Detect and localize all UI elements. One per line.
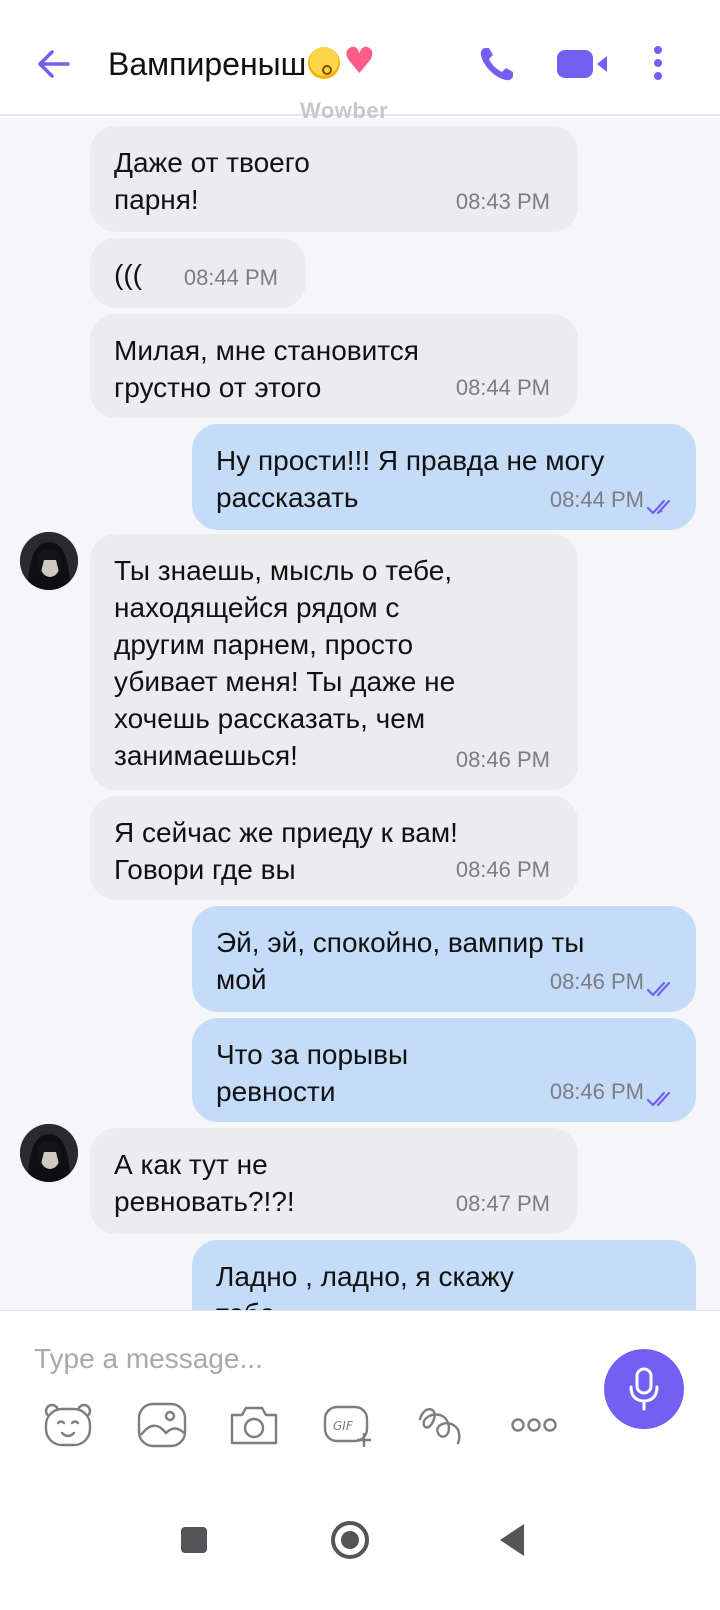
message-time: 08:46 PM: [549, 1079, 644, 1104]
gallery-icon[interactable]: [134, 1397, 190, 1453]
message-time: 08:47 PM: [455, 1191, 550, 1216]
avatar[interactable]: [20, 1124, 78, 1182]
video-camera-icon[interactable]: [555, 44, 615, 84]
arrow-left-icon[interactable]: [32, 42, 76, 86]
message-time: 08:44 PM: [549, 487, 644, 512]
read-ticks-icon: [646, 981, 671, 997]
message-time: 08:46 PM: [455, 747, 550, 772]
home-icon[interactable]: [326, 1516, 374, 1564]
system-navigation-bar: [0, 1476, 720, 1610]
message-time: 08:46 PM: [549, 969, 644, 994]
doodle-icon[interactable]: [412, 1397, 468, 1453]
message-list[interactable]: Даже от твоего парня! 08:43 PM ((( 08:44…: [0, 118, 720, 1310]
chat-header: Вампиреныш Wowber: [0, 12, 720, 123]
svg-text:GIF: GIF: [333, 1419, 354, 1433]
contact-name-text: Вампиреныш: [108, 46, 307, 82]
message-time: 08:46 PM: [455, 857, 550, 882]
heart-emoji-icon: [342, 41, 375, 82]
message-outgoing[interactable]: Что за порывы ревности 08:46 PM: [192, 1018, 696, 1122]
more-horizontal-icon[interactable]: [506, 1397, 562, 1453]
contact-name[interactable]: Вампиреныш: [108, 41, 376, 83]
message-outgoing[interactable]: Ну прости!!! Я правда не могу рассказать…: [192, 424, 696, 530]
message-incoming[interactable]: ((( 08:44 PM: [90, 238, 306, 308]
camera-icon[interactable]: [226, 1397, 282, 1453]
message-outgoing[interactable]: Эй, эй, спокойно, вампир ты мой 08:46 PM: [192, 906, 696, 1012]
message-incoming[interactable]: Милая, мне становится грустно от этого 0…: [90, 314, 578, 418]
message-input[interactable]: [34, 1337, 554, 1381]
read-ticks-icon: [646, 1091, 671, 1107]
message-composer: GIF: [0, 1310, 720, 1476]
message-incoming[interactable]: А как тут не ревновать?!?! 08:47 PM: [90, 1128, 578, 1234]
message-time: 08:44 PM: [455, 375, 550, 400]
kissing-face-emoji-icon: [308, 47, 341, 79]
read-ticks-icon: [646, 499, 671, 515]
message-text: Ладно , ладно, я скажу тебе: [216, 1261, 514, 1310]
message-time: 08:44 PM: [183, 265, 278, 290]
message-incoming[interactable]: Я сейчас же приеду к вам! Говори где вы …: [90, 796, 578, 900]
back-icon[interactable]: [488, 1516, 536, 1564]
avatar[interactable]: [20, 532, 78, 590]
gif-icon[interactable]: GIF: [320, 1397, 376, 1453]
sticker-icon[interactable]: [40, 1397, 96, 1453]
recents-icon[interactable]: [170, 1516, 218, 1564]
message-incoming[interactable]: Даже от твоего парня! 08:43 PM: [90, 126, 578, 232]
more-vertical-icon[interactable]: [648, 42, 668, 86]
microphone-icon[interactable]: [604, 1349, 684, 1429]
phone-icon[interactable]: [475, 42, 519, 86]
message-time: 08:43 PM: [455, 189, 550, 214]
message-outgoing[interactable]: Ладно , ладно, я скажу тебе: [192, 1240, 696, 1310]
message-incoming[interactable]: Ты знаешь, мысль о тебе, находящейся ряд…: [90, 534, 578, 790]
status-bar: [0, 0, 720, 12]
